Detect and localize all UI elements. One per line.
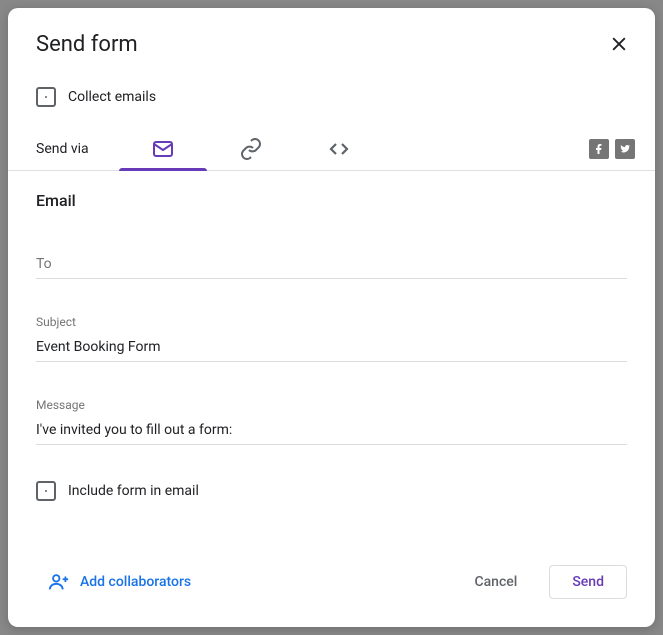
close-button[interactable] bbox=[607, 32, 631, 56]
include-form-checkbox[interactable] bbox=[36, 481, 56, 501]
tab-embed[interactable] bbox=[295, 127, 383, 170]
subject-label: Subject bbox=[36, 315, 627, 329]
close-icon bbox=[609, 34, 629, 54]
add-collaborators-label: Add collaborators bbox=[80, 574, 191, 590]
send-button[interactable]: Send bbox=[549, 565, 627, 599]
include-form-row: Include form in email bbox=[36, 481, 627, 501]
add-collaborators-button[interactable]: Add collaborators bbox=[48, 571, 191, 593]
collect-emails-label: Collect emails bbox=[68, 89, 156, 105]
email-section-title: Email bbox=[36, 191, 627, 210]
to-field bbox=[36, 250, 627, 279]
send-form-dialog: Send form Collect emails Send via Emai bbox=[8, 8, 655, 627]
dialog-actions: Add collaborators Cancel Send bbox=[8, 547, 655, 627]
message-field: Message bbox=[36, 398, 627, 445]
mail-icon bbox=[151, 137, 175, 161]
dialog-title: Send form bbox=[36, 32, 138, 57]
message-label: Message bbox=[36, 398, 627, 412]
message-input[interactable] bbox=[36, 416, 627, 445]
tab-link[interactable] bbox=[207, 127, 295, 170]
send-via-tabs: Send via bbox=[8, 127, 655, 171]
collect-emails-checkbox[interactable] bbox=[36, 87, 56, 107]
collect-emails-row: Collect emails bbox=[8, 67, 655, 127]
send-via-label: Send via bbox=[36, 141, 89, 157]
twitter-icon bbox=[619, 143, 631, 155]
link-icon bbox=[239, 137, 263, 161]
tab-email[interactable] bbox=[119, 127, 207, 170]
cancel-button[interactable]: Cancel bbox=[454, 566, 537, 598]
dialog-header: Send form bbox=[8, 8, 655, 67]
subject-field: Subject bbox=[36, 315, 627, 362]
person-add-icon bbox=[48, 571, 70, 593]
email-panel: Email Subject Message Include form in em… bbox=[8, 171, 655, 547]
social-share bbox=[589, 139, 635, 159]
twitter-share-button[interactable] bbox=[615, 139, 635, 159]
facebook-icon bbox=[593, 143, 605, 155]
subject-input[interactable] bbox=[36, 333, 627, 362]
embed-icon bbox=[327, 137, 351, 161]
to-input[interactable] bbox=[36, 250, 627, 279]
facebook-share-button[interactable] bbox=[589, 139, 609, 159]
include-form-label: Include form in email bbox=[68, 483, 199, 499]
